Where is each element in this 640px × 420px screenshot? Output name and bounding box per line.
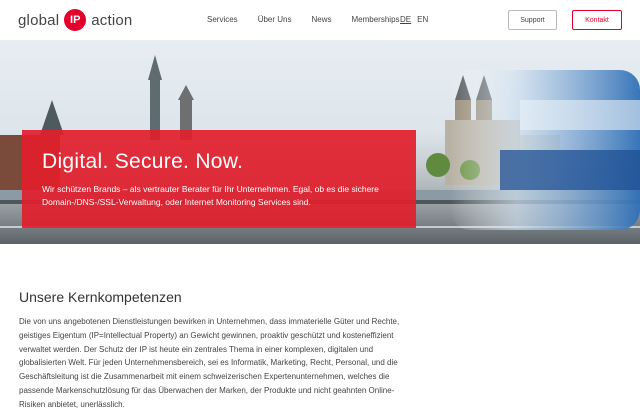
section-text: Die von uns angebotenen Dienstleistungen… xyxy=(19,317,400,409)
lang-de[interactable]: DE xyxy=(400,15,411,24)
logo[interactable]: global IP action xyxy=(18,9,132,31)
lang-en[interactable]: EN xyxy=(417,15,428,24)
logo-word-left: global xyxy=(18,11,60,29)
logo-word-right: action xyxy=(91,11,133,29)
support-button[interactable]: Support xyxy=(508,10,557,30)
section-title: Unsere Kernkompetenzen xyxy=(19,289,182,305)
core-competencies-section: Unsere Kernkompetenzen Die von uns angeb… xyxy=(19,289,419,412)
language-switcher: DE EN xyxy=(400,15,434,24)
hero-banner: Digital. Secure. Now. Wir schützen Brand… xyxy=(0,40,640,244)
main-nav: Services Über Uns News Memberships xyxy=(207,15,420,24)
site-header: global IP action Services Über Uns News … xyxy=(0,0,640,40)
logo-badge: IP xyxy=(64,9,87,31)
hero-title: Digital. Secure. Now. xyxy=(42,150,244,173)
nav-item-services[interactable]: Services xyxy=(207,15,238,24)
nav-item-news[interactable]: News xyxy=(311,15,331,24)
nav-item-memberships[interactable]: Memberships xyxy=(352,15,400,24)
hero-text: Wir schützen Brands – als vertrauter Ber… xyxy=(42,184,379,207)
nav-item-ueber-uns[interactable]: Über Uns xyxy=(258,15,292,24)
kontakt-button[interactable]: Kontakt xyxy=(572,10,622,30)
hero-message-box: Digital. Secure. Now. Wir schützen Brand… xyxy=(22,130,416,228)
